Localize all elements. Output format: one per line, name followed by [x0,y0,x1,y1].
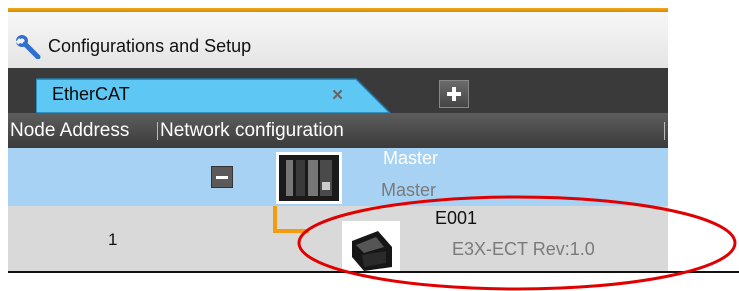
minus-icon[interactable] [211,166,233,188]
column-header-node-address[interactable]: Node Address [10,120,129,142]
column-header: Node Address Network configuration [8,113,668,148]
master-model: Master [381,180,437,200]
window-title: Configurations and Setup [48,35,252,56]
column-divider[interactable] [664,122,665,140]
node-address: 1 [108,230,118,249]
column-divider[interactable] [157,122,158,140]
tree-connector-horizontal [273,229,309,233]
master-row[interactable]: Master Master [8,148,668,206]
wrench-icon [14,33,42,60]
bottom-divider [8,271,739,273]
slave-device-icon [342,221,400,271]
tab-ethercat[interactable]: EtherCAT × [36,78,392,113]
add-tab-button[interactable] [439,80,469,108]
slave-model: E3X-ECT Rev:1.0 [452,239,595,259]
tab-strip: EtherCAT × [8,68,668,113]
slave-name: E001 [435,208,478,228]
column-header-network-configuration[interactable]: Network configuration [160,120,344,142]
configurations-panel: Configurations and Setup EtherCAT × Node… [8,8,668,271]
master-device-icon [276,152,342,204]
tab-close-icon[interactable]: × [332,85,343,107]
title-bar: Configurations and Setup [8,12,668,68]
title-row: Configurations and Setup [14,33,252,60]
master-name: Master [383,148,439,168]
plus-icon [447,87,461,101]
tab-label: EtherCAT [52,84,130,104]
